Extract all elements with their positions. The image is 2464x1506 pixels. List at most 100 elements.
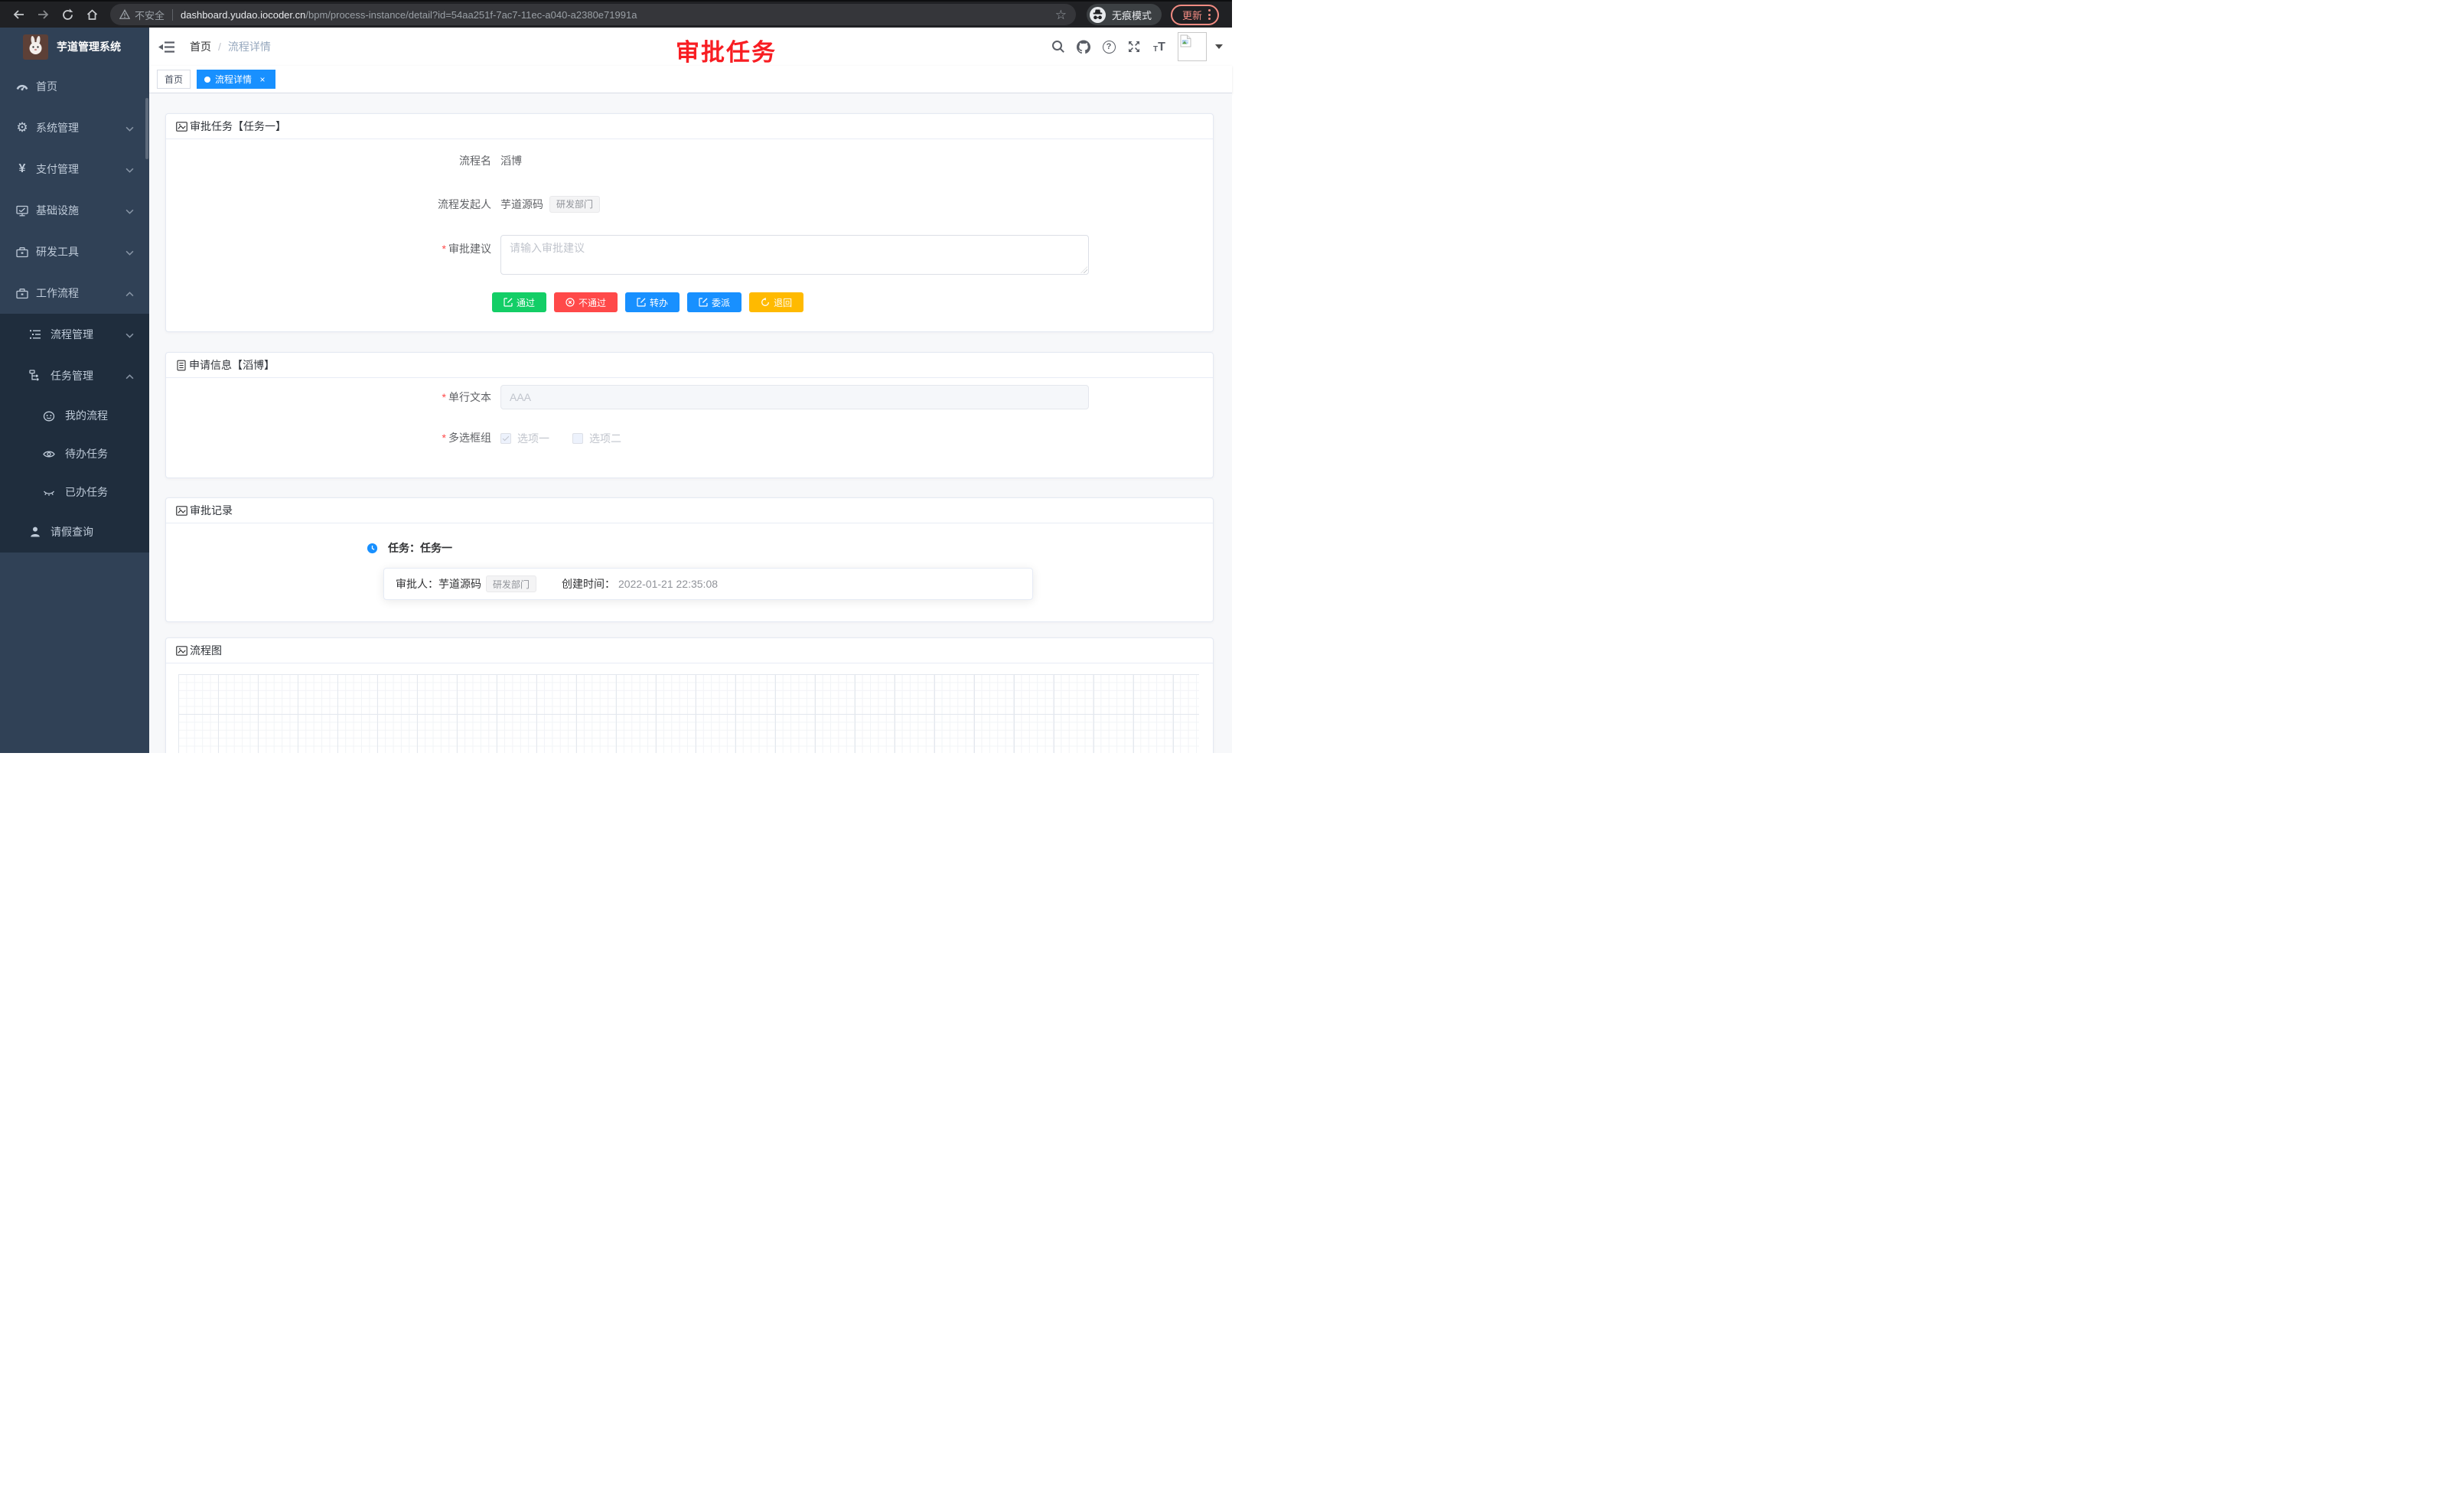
button-label: 不通过 xyxy=(579,296,606,309)
card-title: 审批记录 xyxy=(190,503,233,518)
chevron-down-icon xyxy=(125,163,134,175)
clock-icon xyxy=(367,543,378,554)
checkbox-group-label: 多选框组 xyxy=(166,430,491,446)
chevron-down-icon xyxy=(125,246,134,258)
initiator-row: 流程发起人 芋道源码 研发部门 xyxy=(166,196,1213,213)
sidebar-item-leave-query[interactable]: 请假查询 xyxy=(0,511,149,553)
approve-button[interactable]: 通过 xyxy=(492,292,546,312)
sidebar-item-label: 流程管理 xyxy=(51,327,93,342)
fullscreen-icon[interactable] xyxy=(1127,40,1141,54)
workflow-submenu: 流程管理 任务管理 我的流程 待办任务 已办任务 xyxy=(0,314,149,553)
chevron-up-icon xyxy=(125,287,134,299)
eye-open-icon xyxy=(43,448,55,460)
return-button[interactable]: 退回 xyxy=(749,292,803,312)
sidebar-item-label: 待办任务 xyxy=(65,446,108,461)
sidebar-item-label: 已办任务 xyxy=(65,484,108,500)
eye-closed-icon xyxy=(43,486,55,498)
department-tag: 研发部门 xyxy=(549,196,600,213)
active-tab-dot-icon xyxy=(204,77,210,83)
sidebar-item-process-mgmt[interactable]: 流程管理 xyxy=(0,314,149,355)
created-time-value: 2022-01-21 22:35:08 xyxy=(618,578,718,590)
sidebar-item-infrastructure[interactable]: 基础设施 xyxy=(0,190,149,231)
sidebar-item-label: 首页 xyxy=(36,79,57,94)
github-icon[interactable] xyxy=(1077,40,1090,54)
checkbox-option-2: 选项二 xyxy=(572,431,621,446)
main-content: 审批任务【任务一】 流程名 滔博 流程发起人 芋道源码 研发部门 审批建议 通过 xyxy=(149,93,1232,753)
address-bar[interactable]: 不安全 dashboard.yudao.iocoder.cn/bpm/proce… xyxy=(110,4,1076,25)
picture-icon xyxy=(176,645,187,657)
sidebar: 芋道管理系统 首页 系统管理 支付管理 基础设施 研发工具 工作流程 xyxy=(0,28,149,753)
tab-label: 首页 xyxy=(165,73,183,86)
button-label: 转办 xyxy=(650,296,668,309)
sidebar-item-label: 研发工具 xyxy=(36,244,79,259)
sidebar-item-payment-mgmt[interactable]: 支付管理 xyxy=(0,148,149,190)
browser-back-button[interactable] xyxy=(6,4,31,25)
checkbox-label: 选项二 xyxy=(589,431,621,446)
chevron-down-icon xyxy=(125,122,134,134)
sidebar-logo[interactable]: 芋道管理系统 xyxy=(0,28,149,66)
sidebar-item-my-process[interactable]: 我的流程 xyxy=(0,396,149,435)
refresh-left-icon xyxy=(761,298,770,307)
sidebar-item-label: 任务管理 xyxy=(51,368,93,383)
edit-icon xyxy=(637,298,646,307)
font-size-icon[interactable] xyxy=(1152,40,1166,54)
help-icon[interactable] xyxy=(1102,40,1116,54)
single-text-input xyxy=(500,385,1089,409)
created-time-label: 创建时间： xyxy=(562,576,615,592)
avatar-dropdown-caret-icon[interactable] xyxy=(1215,44,1223,49)
department-tag: 研发部门 xyxy=(486,575,536,592)
process-name-row: 流程名 滔博 xyxy=(166,153,1213,169)
sidebar-item-system-mgmt[interactable]: 系统管理 xyxy=(0,107,149,148)
browser-reload-button[interactable] xyxy=(55,4,80,25)
edit-icon xyxy=(504,298,513,307)
navbar-right-menu xyxy=(1051,28,1223,66)
app-logo-image xyxy=(23,34,48,60)
sidebar-scrollbar[interactable] xyxy=(145,98,148,159)
tab-home[interactable]: 首页 xyxy=(157,70,191,89)
button-label: 通过 xyxy=(517,296,535,309)
transfer-button[interactable]: 转办 xyxy=(625,292,680,312)
dashboard-icon xyxy=(16,80,28,93)
search-icon[interactable] xyxy=(1051,40,1065,54)
picture-icon xyxy=(176,121,187,132)
checkbox-group: 选项一 选项二 xyxy=(500,431,621,446)
approval-task-card-header: 审批任务【任务一】 xyxy=(166,114,1213,139)
browser-home-button[interactable] xyxy=(80,4,104,25)
breadcrumb-separator: / xyxy=(218,41,221,53)
sidebar-item-home[interactable]: 首页 xyxy=(0,66,149,107)
url-domain: dashboard.yudao.iocoder.cn xyxy=(181,9,305,21)
toolbox-icon xyxy=(16,287,28,299)
sidebar-item-label: 请假查询 xyxy=(51,524,93,539)
browser-menu-kebab-icon[interactable] xyxy=(1208,9,1211,20)
reject-button[interactable]: 不通过 xyxy=(554,292,618,312)
browser-toolbar: 不安全 dashboard.yudao.iocoder.cn/bpm/proce… xyxy=(0,0,1232,28)
browser-forward-button[interactable] xyxy=(31,4,55,25)
app-title: 芋道管理系统 xyxy=(57,39,121,54)
flow-chart-card-header: 流程图 xyxy=(166,638,1213,663)
sidebar-item-todo-tasks[interactable]: 待办任务 xyxy=(0,435,149,473)
sidebar-toggle-icon[interactable] xyxy=(157,38,175,55)
sidebar-item-done-tasks[interactable]: 已办任务 xyxy=(0,473,149,511)
sidebar-item-label: 我的流程 xyxy=(65,408,108,423)
breadcrumb-home[interactable]: 首页 xyxy=(190,39,211,54)
record-task-row: 任务：任务一 xyxy=(367,540,1213,556)
avatar[interactable] xyxy=(1178,32,1207,61)
tab-process-detail[interactable]: 流程详情 xyxy=(197,70,275,89)
browser-update-button[interactable]: 更新 xyxy=(1171,5,1219,25)
card-title: 流程图 xyxy=(190,643,222,658)
sidebar-item-dev-tools[interactable]: 研发工具 xyxy=(0,231,149,272)
bpmn-canvas-grid[interactable] xyxy=(178,674,1199,753)
list-tree-icon xyxy=(29,328,41,341)
sidebar-item-workflow[interactable]: 工作流程 xyxy=(0,272,149,314)
insecure-label: 不安全 xyxy=(135,8,165,22)
suggestion-textarea[interactable] xyxy=(500,235,1089,275)
close-icon[interactable] xyxy=(257,74,268,85)
initiator-label: 流程发起人 xyxy=(166,197,491,213)
delegate-button[interactable]: 委派 xyxy=(687,292,741,312)
bookmark-star-icon[interactable] xyxy=(1055,8,1067,21)
incognito-label: 无痕模式 xyxy=(1112,8,1152,22)
checkbox-option-1: 选项一 xyxy=(500,431,549,446)
breadcrumb: 首页 / 流程详情 xyxy=(190,28,271,66)
record-detail-box: 审批人： 芋道源码 研发部门 创建时间： 2022-01-21 22:35:08 xyxy=(383,568,1033,600)
sidebar-item-task-mgmt[interactable]: 任务管理 xyxy=(0,355,149,396)
